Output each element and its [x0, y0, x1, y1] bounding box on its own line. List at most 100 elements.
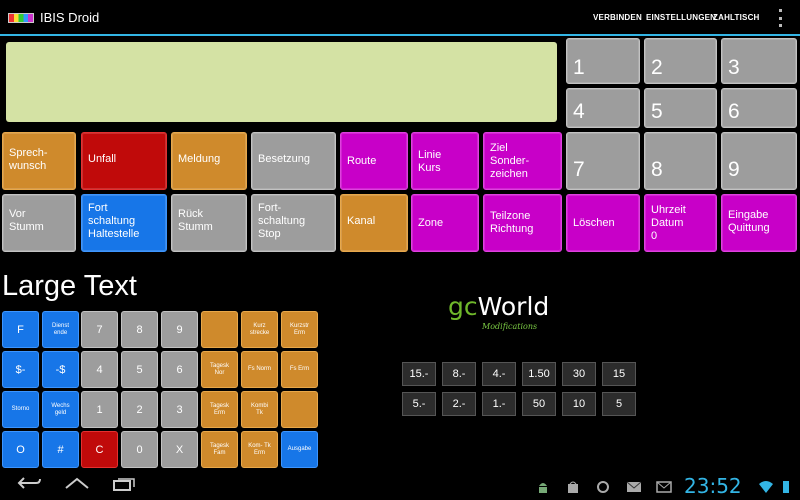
key-fs-erm[interactable]: Fs Erm — [281, 351, 318, 388]
battery-icon — [782, 480, 790, 497]
num-5-button[interactable]: 5 — [644, 88, 717, 128]
key-f[interactable]: F — [2, 311, 39, 348]
coin-15-00[interactable]: 15.- — [402, 362, 436, 386]
num-9-button[interactable]: 9 — [721, 132, 797, 190]
key-0[interactable]: 0 — [121, 431, 158, 468]
coin-1-00[interactable]: 1.- — [482, 392, 516, 416]
fortschaltung-haltestelle-button[interactable]: Fort schaltung Haltestelle — [81, 194, 167, 252]
besetzung-button[interactable]: Besetzung — [251, 132, 336, 190]
key-fs-norm[interactable]: Fs Norm — [241, 351, 278, 388]
coin-4-00[interactable]: 4.- — [482, 362, 516, 386]
key-o[interactable]: O — [2, 431, 39, 468]
key-ausgabe[interactable]: Ausgabe — [281, 431, 318, 468]
num-6-label: 6 — [728, 100, 740, 123]
app-icon — [8, 13, 34, 23]
linie-kurs-button[interactable]: Linie Kurs — [411, 132, 479, 190]
key-1[interactable]: 1 — [81, 391, 118, 428]
home-icon[interactable] — [64, 476, 90, 495]
key-tagesk-erm[interactable]: Tagesk Erm — [201, 391, 238, 428]
key-kombi-tk[interactable]: Kombi Tk — [241, 391, 278, 428]
unfall-label: Unfall — [88, 153, 117, 165]
shop-icon — [566, 480, 580, 497]
menu-verbinden[interactable]: VERBINDEN — [593, 13, 642, 22]
coin-8-00[interactable]: 8.- — [442, 362, 476, 386]
coin-5-00[interactable]: 5.- — [402, 392, 436, 416]
overflow-menu-icon[interactable] — [774, 9, 786, 27]
key-5[interactable]: 5 — [121, 351, 158, 388]
back-icon[interactable] — [16, 476, 42, 495]
num-4-button[interactable]: 4 — [566, 88, 640, 128]
key-hash[interactable]: # — [42, 431, 79, 468]
loeschen-label: Löschen — [573, 217, 615, 229]
loeschen-button[interactable]: Löschen — [566, 194, 640, 252]
kanal-button[interactable]: Kanal — [340, 194, 408, 252]
key-9[interactable]: 9 — [161, 311, 198, 348]
key-empty-1[interactable] — [201, 311, 238, 348]
large-text-label: Large Text — [2, 270, 137, 302]
linie-kurs-label: Linie Kurs — [418, 149, 442, 174]
num-1-button[interactable]: 1 — [566, 38, 640, 84]
key-2[interactable]: 2 — [121, 391, 158, 428]
sync-icon — [596, 480, 610, 497]
uhrzeit-datum-button[interactable]: Uhrzeit Datum 0 — [644, 194, 717, 252]
coin-5[interactable]: 5 — [602, 392, 636, 416]
teilzone-richtung-button[interactable]: Teilzone Richtung — [483, 194, 562, 252]
coin-30[interactable]: 30 — [562, 362, 596, 386]
coin-1-50[interactable]: 1.50 — [522, 362, 556, 386]
unfall-button[interactable]: Unfall — [81, 132, 167, 190]
mail-icon — [656, 480, 672, 497]
logo-wordmark: gcWorld — [448, 292, 558, 321]
route-button[interactable]: Route — [340, 132, 408, 190]
key-tagesk-nor[interactable]: Tagesk Nor — [201, 351, 238, 388]
key-dienstende[interactable]: Dienst ende — [42, 311, 79, 348]
key-minus-dollar[interactable]: -$ — [42, 351, 79, 388]
rueck-stumm-label: Rück Stumm — [178, 208, 213, 233]
key-3[interactable]: 3 — [161, 391, 198, 428]
gmail-icon — [626, 480, 642, 497]
wifi-icon — [758, 480, 774, 497]
num-4-label: 4 — [573, 100, 585, 123]
zone-label: Zone — [418, 217, 444, 229]
ziel-sonderzeichen-button[interactable]: Ziel Sonder- zeichen — [483, 132, 562, 190]
coin-15[interactable]: 15 — [602, 362, 636, 386]
sprechwunsch-button[interactable]: Sprech- wunsch — [2, 132, 76, 190]
key-x[interactable]: X — [161, 431, 198, 468]
app-title: IBIS Droid — [40, 10, 100, 25]
key-storno[interactable]: Storno — [2, 391, 39, 428]
rueck-stumm-button[interactable]: Rück Stumm — [171, 194, 247, 252]
num-8-button[interactable]: 8 — [644, 132, 717, 190]
coin-10[interactable]: 10 — [562, 392, 596, 416]
key-6[interactable]: 6 — [161, 351, 198, 388]
key-4[interactable]: 4 — [81, 351, 118, 388]
meldung-button[interactable]: Meldung — [171, 132, 247, 190]
key-tagesk-fam[interactable]: Tagesk Fam — [201, 431, 238, 468]
menu-zahltisch[interactable]: ZAHLTISCH — [713, 13, 760, 22]
key-wechselgeld[interactable]: Wechs geld — [42, 391, 79, 428]
coin-50[interactable]: 50 — [522, 392, 556, 416]
fortschaltung-haltestelle-label: Fort schaltung Haltestelle — [88, 202, 140, 240]
num-7-button[interactable]: 7 — [566, 132, 640, 190]
key-kurzstr-erm[interactable]: Kurzstr Erm — [281, 311, 318, 348]
recent-apps-icon[interactable] — [112, 478, 136, 497]
menu-einstellungen[interactable]: EINSTELLUNGEN — [646, 13, 716, 22]
ziel-sonderzeichen-label: Ziel Sonder- zeichen — [490, 142, 530, 180]
num-6-button[interactable]: 6 — [721, 88, 797, 128]
zone-button[interactable]: Zone — [411, 194, 479, 252]
clock: 23:52 — [684, 474, 742, 498]
vor-stumm-button[interactable]: Vor Stumm — [2, 194, 76, 252]
key-7[interactable]: 7 — [81, 311, 118, 348]
eingabe-quittung-button[interactable]: Eingabe Quittung — [721, 194, 797, 252]
key-dollar-minus[interactable]: $- — [2, 351, 39, 388]
key-kombi-tk-erm[interactable]: Kom- Tk Erm — [241, 431, 278, 468]
besetzung-label: Besetzung — [258, 153, 310, 165]
display-panel — [6, 42, 557, 122]
num-2-label: 2 — [651, 56, 663, 79]
key-empty-2[interactable] — [281, 391, 318, 428]
num-3-button[interactable]: 3 — [721, 38, 797, 84]
key-8[interactable]: 8 — [121, 311, 158, 348]
key-c[interactable]: C — [81, 431, 118, 468]
key-kurzstrecke[interactable]: Kurz strecke — [241, 311, 278, 348]
coin-2-00[interactable]: 2.- — [442, 392, 476, 416]
num-2-button[interactable]: 2 — [644, 38, 717, 84]
fortschaltung-stop-button[interactable]: Fort- schaltung Stop — [251, 194, 336, 252]
